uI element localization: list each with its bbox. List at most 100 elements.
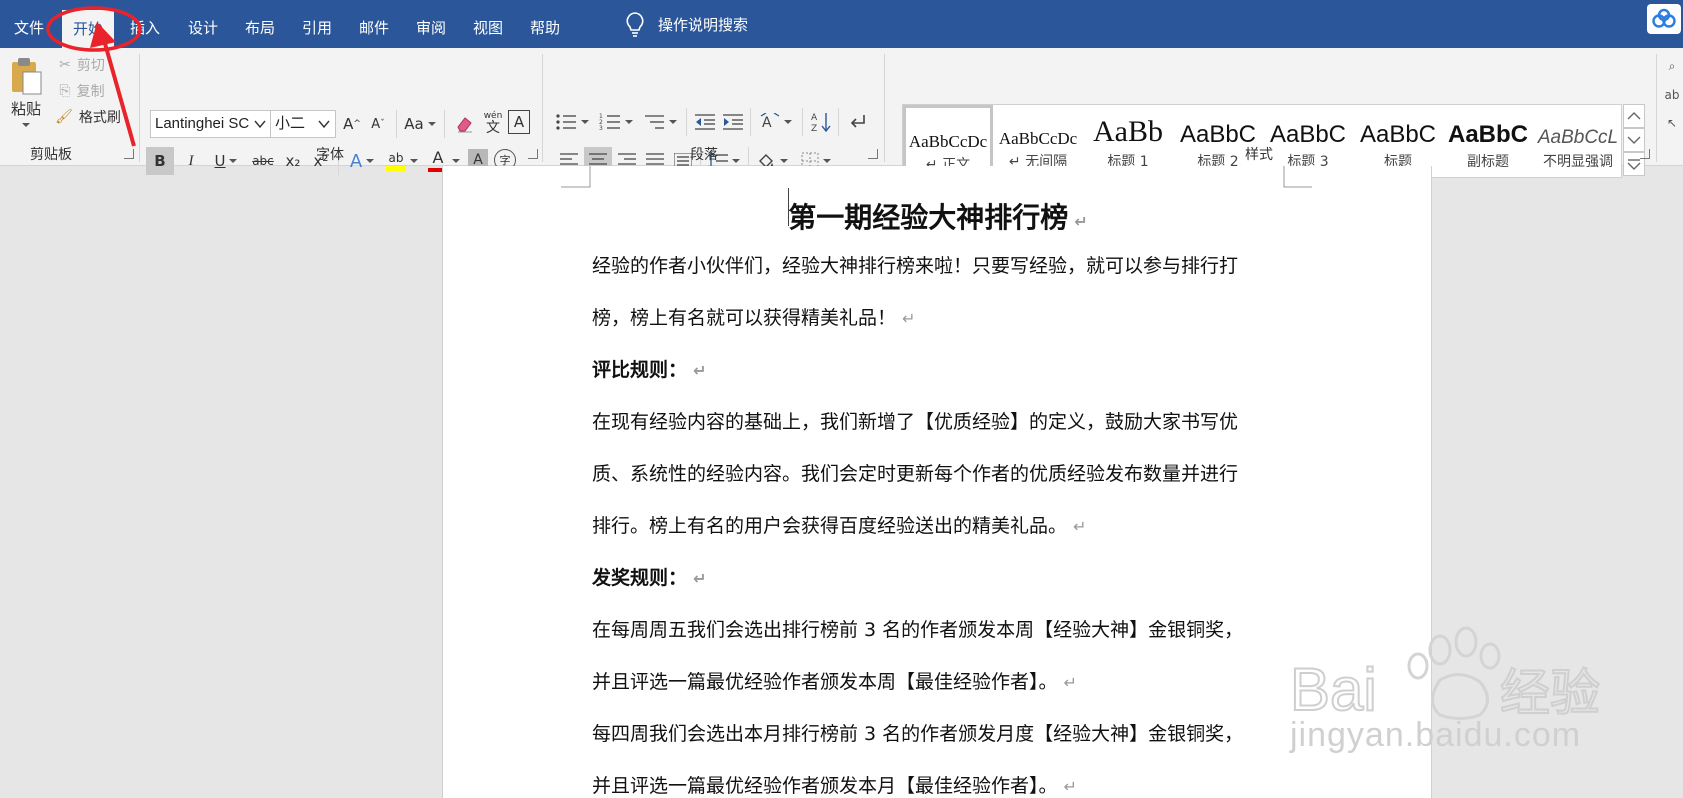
separator xyxy=(444,110,445,138)
group-separator xyxy=(1656,54,1657,162)
eraser-icon xyxy=(457,117,472,133)
copy-button[interactable]: ⎘ 复制 xyxy=(52,80,112,102)
format-painter-button[interactable]: 🖌 格式刷 xyxy=(52,106,124,128)
section-heading: 评比规则： ↵ xyxy=(592,355,706,382)
shrink-font-button[interactable]: Aˇ xyxy=(366,110,390,138)
font-size-combo[interactable]: 小二 xyxy=(270,110,336,138)
style-subtle-emphasis[interactable]: AaBbCcL 不明显强调 xyxy=(1533,105,1621,177)
tab-insert[interactable]: 插入 xyxy=(124,0,166,48)
text-effects-button[interactable]: A xyxy=(344,147,380,175)
text-effects-icon: A xyxy=(349,150,363,172)
styles-group-label: 样式 xyxy=(1245,147,1273,163)
subscript-button[interactable]: x₂ xyxy=(280,147,306,175)
style-subtitle[interactable]: AaBbC 副标题 xyxy=(1443,105,1533,177)
tab-help[interactable]: 帮助 xyxy=(524,0,566,48)
body-text-line: 经验的作者小伙伴们，经验大神排行榜来啦！只要写经验，就可以参与排行打 xyxy=(592,251,1238,278)
tab-review[interactable]: 审阅 xyxy=(410,0,452,48)
paragraph-mark: ↵ xyxy=(693,569,707,588)
watermark-url: jingyan.baidu.com xyxy=(1290,716,1582,754)
separator xyxy=(802,108,803,136)
paragraph-dialog-launcher[interactable] xyxy=(868,149,878,159)
phonetic-guide-button[interactable]: wén 文 xyxy=(480,108,506,138)
style-preview: AaBbCcL xyxy=(1537,127,1619,148)
style-preview: AaBbC xyxy=(1447,121,1528,148)
show-paragraph-marks-button[interactable] xyxy=(844,108,870,136)
decrease-indent-icon xyxy=(695,114,715,130)
highlighter-icon: ab xyxy=(386,152,406,171)
style-preview: AaBb xyxy=(1093,115,1163,148)
paragraph-mark: ↵ xyxy=(1073,517,1087,536)
font-dialog-launcher[interactable] xyxy=(528,149,538,159)
line-text: 评比规则： xyxy=(592,359,688,381)
paragraph-mark: ↵ xyxy=(1074,212,1088,231)
style-preview: AaBbC xyxy=(1359,121,1437,148)
tab-references[interactable]: 引用 xyxy=(296,0,338,48)
body-text-line: 在每周周五我们会选出排行榜前 3 名的作者颁发本周【经验大神】金银铜奖， xyxy=(592,615,1243,642)
bold-icon: B xyxy=(154,152,166,170)
ribbon: 粘贴 ✂ 剪切 ⎘ 复制 🖌 格式刷 剪贴板 Lantinghei SC 小二 … xyxy=(0,48,1683,178)
tab-design[interactable]: 设计 xyxy=(182,0,224,48)
paragraph-mark: ↵ xyxy=(693,361,707,380)
subscript-icon: x₂ xyxy=(285,152,301,170)
grow-font-button[interactable]: A ^ xyxy=(340,110,364,138)
paste-dropdown[interactable] xyxy=(14,118,34,132)
tab-file[interactable]: 文件 xyxy=(8,0,50,48)
bullet-list-icon xyxy=(556,114,576,130)
cloud-share-button[interactable] xyxy=(1647,4,1681,34)
bullets-button[interactable] xyxy=(552,108,592,136)
document-page[interactable]: 第一期经验大神排行榜 ↵ 经验的作者小伙伴们，经验大神排行榜来啦！只要写经验，就可… xyxy=(442,166,1432,798)
expand-gallery-icon xyxy=(1627,159,1641,170)
multilevel-list-button[interactable] xyxy=(640,108,680,136)
character-border-button[interactable]: A xyxy=(508,110,530,134)
underline-button[interactable]: U xyxy=(206,147,246,175)
paragraph-mark: ↵ xyxy=(1063,673,1077,692)
clear-formatting-button[interactable] xyxy=(452,110,478,138)
sort-button[interactable]: AZ xyxy=(808,108,834,136)
phonetic-bottom: 文 xyxy=(486,119,500,136)
shrink-font-icon: A xyxy=(371,116,381,132)
highlight-text: ab xyxy=(388,150,404,165)
bold-button[interactable]: B xyxy=(146,147,174,175)
paste-label[interactable]: 粘贴 xyxy=(4,98,48,118)
decrease-indent-button[interactable] xyxy=(692,108,718,136)
clipboard-dialog-launcher[interactable] xyxy=(124,149,134,159)
clipboard-group-label: 剪贴板 xyxy=(30,147,72,163)
separator xyxy=(396,110,397,138)
strikethrough-button[interactable]: abc xyxy=(248,147,278,175)
lightbulb-icon xyxy=(626,12,644,37)
font-size-value: 小二 xyxy=(275,115,306,132)
tab-layout[interactable]: 布局 xyxy=(239,0,281,48)
document-title: 第一期经验大神排行榜 ↵ xyxy=(443,196,1433,236)
chevron-up-icon xyxy=(1627,112,1641,120)
chevron-down-icon xyxy=(253,117,267,131)
cut-button[interactable]: ✂ 剪切 xyxy=(52,54,112,76)
paste-button[interactable] xyxy=(6,54,46,98)
editing-group-partial[interactable]: ⌕ ab ↖ xyxy=(1662,54,1682,134)
style-preview: AaBbCcDc xyxy=(998,129,1078,148)
replace-icon: ab xyxy=(1664,87,1680,102)
change-case-button[interactable]: Aa xyxy=(402,110,438,138)
tab-mailings[interactable]: 邮件 xyxy=(353,0,395,48)
styles-scroll-up[interactable] xyxy=(1623,104,1645,128)
italic-button[interactable]: I xyxy=(178,147,204,175)
asian-layout-icon: A xyxy=(760,113,780,131)
svg-text:A: A xyxy=(811,113,818,123)
strikethrough-icon: abc xyxy=(252,154,274,168)
highlight-button[interactable]: ab xyxy=(382,147,422,175)
styles-dialog-launcher[interactable] xyxy=(1640,149,1650,159)
tab-view[interactable]: 视图 xyxy=(467,0,509,48)
character-border-icon: A xyxy=(513,113,525,131)
search-icon: ⌕ xyxy=(1668,58,1676,73)
copy-label: 复制 xyxy=(76,84,105,100)
asian-layout-button[interactable]: A xyxy=(756,108,796,136)
paragraph-mark: ↵ xyxy=(1063,777,1077,796)
tell-me-search[interactable]: 操作说明搜索 xyxy=(624,0,748,48)
tab-home[interactable]: 开始 xyxy=(62,10,114,48)
increase-indent-button[interactable] xyxy=(720,108,746,136)
line-text: 排行。榜上有名的用户会获得百度经验送出的精美礼品。 xyxy=(592,515,1068,537)
font-name-combo[interactable]: Lantinghei SC xyxy=(150,110,272,138)
copy-icon: ⎘ xyxy=(59,83,71,99)
body-text-line: 在现有经验内容的基础上，我们新增了【优质经验】的定义，鼓励大家书写优 xyxy=(592,407,1238,434)
style-name: 副标题 xyxy=(1467,154,1509,170)
numbering-button[interactable]: 123 xyxy=(596,108,636,136)
